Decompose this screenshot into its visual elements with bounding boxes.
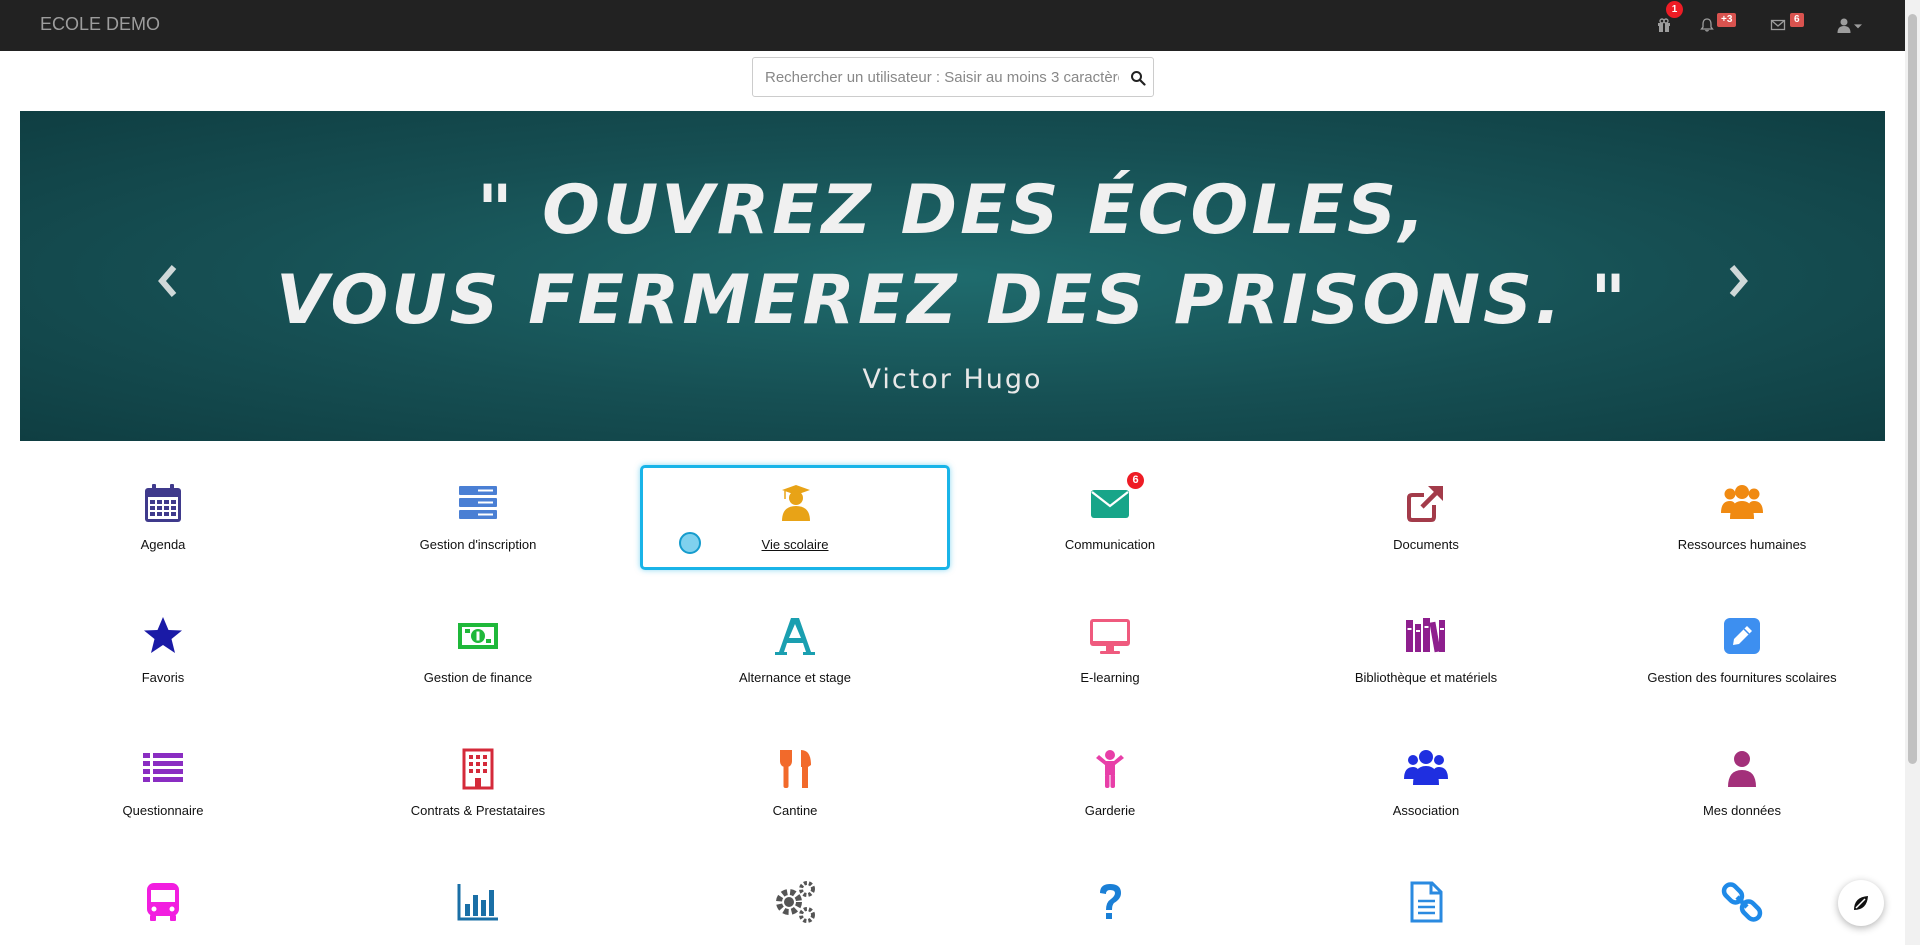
envelope-icon xyxy=(1091,490,1129,518)
user-icon xyxy=(1837,18,1851,33)
module-association[interactable]: Association xyxy=(1271,731,1581,836)
graduate-icon xyxy=(782,485,810,521)
books-icon xyxy=(1406,618,1445,653)
envelope-icon xyxy=(1770,19,1786,31)
search-button[interactable] xyxy=(1127,67,1149,89)
module-label: Gestion des fournitures scolaires xyxy=(1647,670,1837,685)
module-parametres[interactable] xyxy=(640,864,950,945)
calendar-icon xyxy=(145,484,181,522)
module-cantine[interactable]: Cantine xyxy=(640,731,950,836)
link-icon xyxy=(1721,882,1763,922)
module-vie-scolaire[interactable]: Vie scolaire xyxy=(640,465,950,570)
carousel-next-button[interactable] xyxy=(1724,261,1754,301)
star-icon xyxy=(144,617,182,653)
module-label: Cantine xyxy=(772,803,818,818)
top-navbar: ECOLE DEMO 1 +3 6 xyxy=(0,0,1905,51)
scrollbar-thumb[interactable] xyxy=(1908,14,1917,764)
module-agenda[interactable]: Agenda xyxy=(8,465,318,570)
money-icon xyxy=(458,623,498,649)
module-label: Alternance et stage xyxy=(738,670,852,685)
users-icon xyxy=(1721,485,1763,519)
carousel-quote: " OUVREZ DES ÉCOLES, VOUS FERMEREZ DES P… xyxy=(20,166,1885,346)
module-label: Garderie xyxy=(1084,803,1136,818)
bus-icon xyxy=(147,883,179,921)
module-label: Mes données xyxy=(1702,803,1782,818)
quote-carousel: " OUVREZ DES ÉCOLES, VOUS FERMEREZ DES P… xyxy=(20,111,1885,441)
module-label: Bibliothèque et matériels xyxy=(1354,670,1498,685)
quote-line-1: " OUVREZ DES ÉCOLES, xyxy=(477,171,1428,250)
module-documents[interactable]: Documents xyxy=(1271,465,1581,570)
messages-button[interactable]: 6 xyxy=(1766,13,1804,37)
module-mes-donnees[interactable]: Mes données xyxy=(1587,731,1897,836)
quote-line-2: VOUS FERMEREZ DES PRISONS. " xyxy=(276,261,1629,340)
gift-button[interactable]: 1 xyxy=(1652,1,1683,37)
module-label: Gestion de finance xyxy=(423,670,533,685)
module-label: Association xyxy=(1392,803,1460,818)
notifications-button[interactable]: +3 xyxy=(1695,13,1737,37)
search-icon xyxy=(1131,71,1146,86)
module-favoris[interactable]: Favoris xyxy=(8,598,318,703)
caret-down-icon xyxy=(1854,24,1862,29)
module-fournitures-scolaires[interactable]: Gestion des fournitures scolaires xyxy=(1587,598,1897,703)
module-contrats-prestataires[interactable]: Contrats & Prestataires xyxy=(323,731,633,836)
module-gestion-inscription[interactable]: Gestion d'inscription xyxy=(323,465,633,570)
brand-title[interactable]: ECOLE DEMO xyxy=(40,14,160,35)
module-label: Favoris xyxy=(141,670,185,685)
module-label: Communication xyxy=(1064,537,1156,552)
bar-chart-icon xyxy=(457,884,498,921)
notifications-badge: +3 xyxy=(1717,13,1737,27)
external-link-icon xyxy=(1407,486,1443,522)
building-icon xyxy=(462,748,494,790)
module-label: Documents xyxy=(1393,537,1459,552)
cogs-icon xyxy=(776,881,815,923)
module-label: E-learning xyxy=(1080,670,1140,685)
group-icon xyxy=(1404,750,1448,785)
module-label: Questionnaire xyxy=(122,803,204,818)
module-label: Ressources humaines xyxy=(1677,537,1807,552)
module-ressources-humaines[interactable]: Ressources humaines xyxy=(1587,465,1897,570)
quote-author: Victor Hugo xyxy=(862,364,1043,395)
desktop-icon xyxy=(1090,619,1130,654)
module-questionnaire[interactable]: Questionnaire xyxy=(8,731,318,836)
user-menu-button[interactable] xyxy=(1832,13,1868,37)
module-statistiques[interactable] xyxy=(323,864,633,945)
font-a-icon xyxy=(775,618,815,655)
module-fichiers[interactable] xyxy=(1271,864,1581,945)
chevron-left-icon xyxy=(158,265,177,297)
module-transport[interactable] xyxy=(8,864,318,945)
list-icon xyxy=(143,753,183,782)
module-alternance-stage[interactable]: Alternance et stage xyxy=(640,598,950,703)
messages-badge: 6 xyxy=(1790,13,1804,27)
module-label: Vie scolaire xyxy=(761,537,829,552)
module-garderie[interactable]: Garderie xyxy=(955,731,1265,836)
module-communication[interactable]: 6 Communication xyxy=(955,465,1265,570)
communication-badge: 6 xyxy=(1127,472,1144,489)
question-icon xyxy=(1100,884,1121,919)
user-icon xyxy=(1728,751,1756,787)
module-label: Agenda xyxy=(140,537,186,552)
carousel-prev-button[interactable] xyxy=(152,261,182,301)
gift-icon xyxy=(1658,18,1670,32)
module-gestion-finance[interactable]: Gestion de finance xyxy=(323,598,633,703)
user-search xyxy=(752,57,1154,97)
pencil-square-icon xyxy=(1724,618,1760,654)
bell-icon xyxy=(1700,18,1714,32)
leaf-icon xyxy=(1854,896,1868,910)
server-icon xyxy=(459,486,497,519)
gift-badge: 1 xyxy=(1666,1,1683,18)
cutlery-icon xyxy=(780,750,811,788)
module-e-learning[interactable]: E-learning xyxy=(955,598,1265,703)
module-label: Contrats & Prestataires xyxy=(410,803,546,818)
assistant-fab[interactable] xyxy=(1838,880,1884,926)
file-text-icon xyxy=(1410,881,1443,923)
user-search-input[interactable] xyxy=(753,58,1119,96)
module-bibliotheque[interactable]: Bibliothèque et matériels xyxy=(1271,598,1581,703)
chevron-right-icon xyxy=(1729,265,1748,297)
module-aide[interactable] xyxy=(955,864,1265,945)
child-icon xyxy=(1096,750,1124,788)
page-scrollbar[interactable] xyxy=(1905,0,1920,945)
module-label: Gestion d'inscription xyxy=(419,537,537,552)
